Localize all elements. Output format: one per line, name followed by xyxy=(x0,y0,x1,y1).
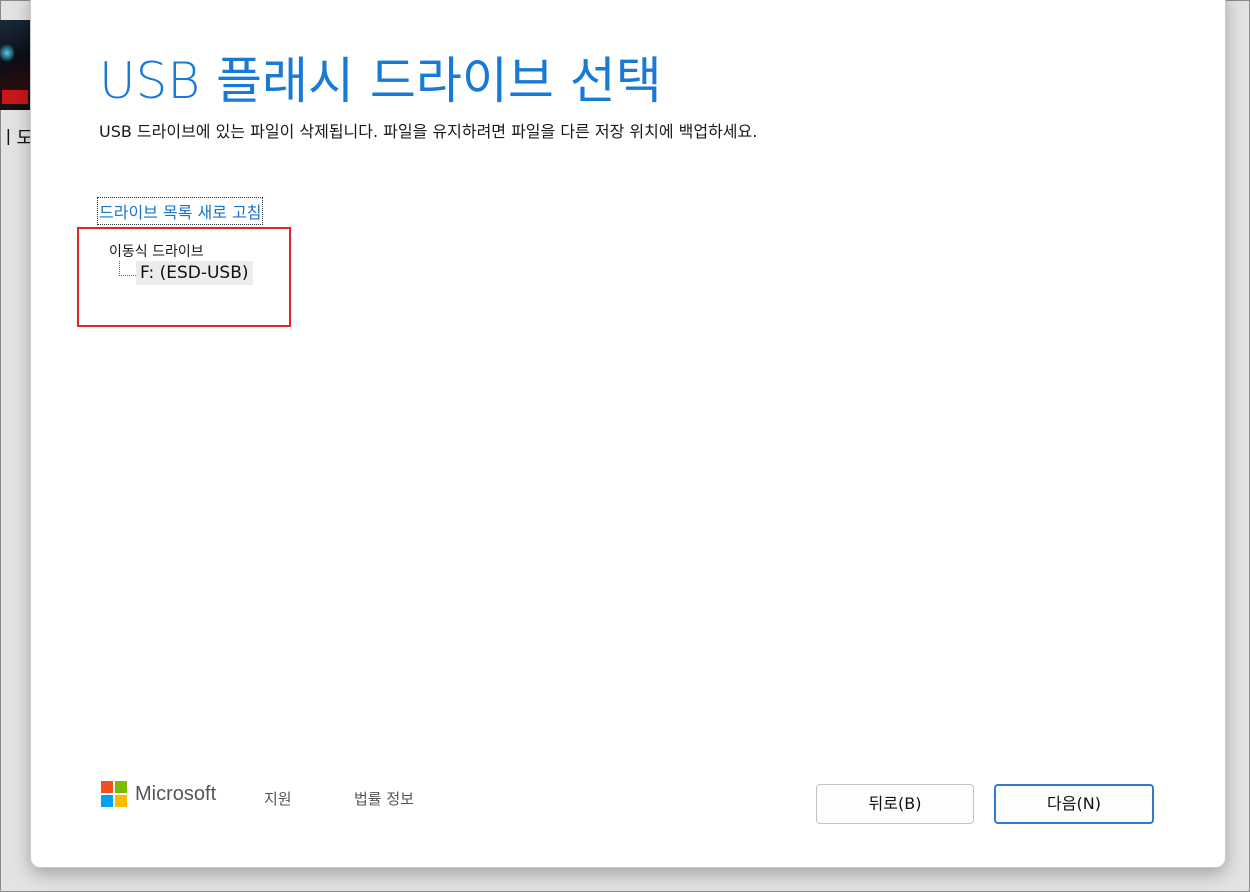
logo-square-yellow xyxy=(115,795,127,807)
microsoft-logo-icon xyxy=(101,781,127,807)
microsoft-brand-text: Microsoft xyxy=(135,782,217,805)
drive-item-f-esd-usb[interactable]: F: (ESD-USB) xyxy=(136,261,253,285)
drive-tree: 이동식 드라이브 F: (ESD-USB) xyxy=(109,241,253,285)
refresh-drive-list-link[interactable]: 드라이브 목록 새로 고침 xyxy=(96,197,264,225)
tree-group-removable-drives: 이동식 드라이브 xyxy=(109,244,204,260)
background-thumbnail-image xyxy=(0,20,30,110)
footer-brand: Microsoft xyxy=(101,781,216,807)
page-title: USB 플래시 드라이브 선택 xyxy=(99,52,662,110)
logo-square-red xyxy=(101,781,113,793)
page-subtitle: USB 드라이브에 있는 파일이 삭제됩니다. 파일을 유지하려면 파일을 다른… xyxy=(99,122,758,141)
media-creation-tool-dialog: USB 플래시 드라이브 선택 USB 드라이브에 있는 파일이 삭제됩니다. … xyxy=(30,0,1226,868)
logo-square-blue xyxy=(101,795,113,807)
tree-connector-line xyxy=(119,261,136,276)
legal-info-link[interactable]: 법률 정보 xyxy=(354,788,414,809)
logo-square-green xyxy=(115,781,127,793)
back-button[interactable]: 뒤로(B) xyxy=(816,784,974,824)
support-link[interactable]: 지원 xyxy=(264,788,292,809)
next-button[interactable]: 다음(N) xyxy=(994,784,1154,824)
thumbnail-glow xyxy=(0,42,14,64)
thumbnail-red-label xyxy=(2,90,28,104)
